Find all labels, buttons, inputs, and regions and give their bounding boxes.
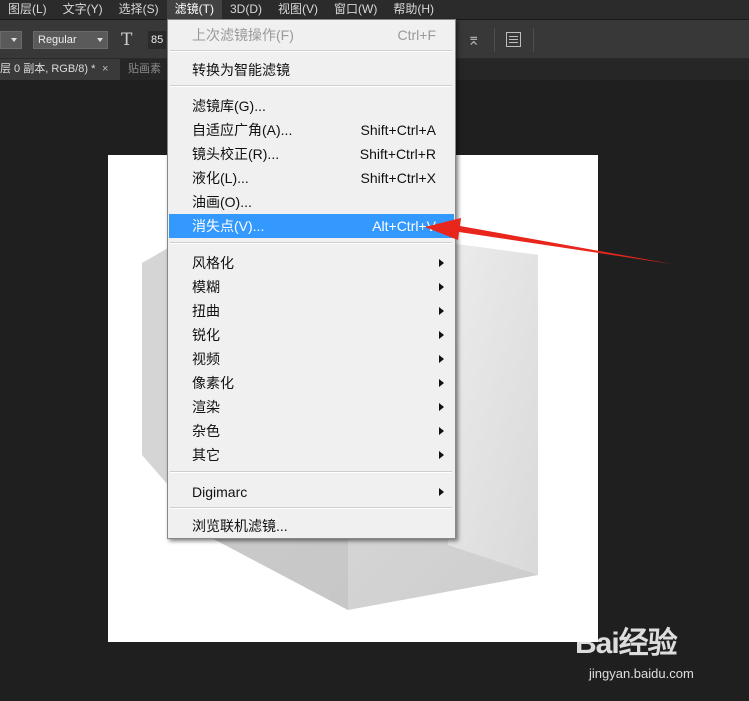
submenu-arrow-icon bbox=[439, 451, 444, 459]
menu-item-label: 上次滤镜操作(F) bbox=[192, 27, 294, 43]
font-style-dropdown[interactable]: Regular bbox=[33, 31, 108, 49]
filter-menu: 上次滤镜操作(F) Ctrl+F 转换为智能滤镜 滤镜库(G)... 自适应广角… bbox=[167, 19, 456, 539]
chevron-down-icon bbox=[11, 38, 17, 42]
menu-item-label: 风格化 bbox=[192, 255, 234, 271]
submenu-arrow-icon bbox=[439, 488, 444, 496]
submenu-arrow-icon bbox=[439, 355, 444, 363]
menu-item-shortcut: Shift+Ctrl+R bbox=[359, 146, 436, 162]
menu-item-label: 杂色 bbox=[192, 423, 220, 439]
close-icon[interactable]: × bbox=[102, 59, 108, 80]
submenu-arrow-icon bbox=[439, 307, 444, 315]
menu-item-shortcut: Ctrl+F bbox=[397, 27, 437, 43]
menu-item-label: 视频 bbox=[192, 351, 220, 367]
menu-item-label: 模糊 bbox=[192, 279, 220, 295]
menu-item-label: 消失点(V)... bbox=[192, 218, 265, 234]
menu-item-stylize[interactable]: 风格化 bbox=[169, 251, 454, 275]
menu-item-render[interactable]: 渲染 bbox=[169, 395, 454, 419]
menu-item-label: 油画(O)... bbox=[192, 194, 252, 210]
menu-item-digimarc[interactable]: Digimarc bbox=[169, 480, 454, 504]
menu-select[interactable]: 选择(S) bbox=[111, 0, 167, 19]
menu-help[interactable]: 帮助(H) bbox=[385, 0, 442, 19]
menu-item-filter-gallery[interactable]: 滤镜库(G)... bbox=[169, 94, 454, 118]
menu-filter[interactable]: 滤镜(T) bbox=[166, 0, 222, 19]
menu-item-convert-smart-filter[interactable]: 转换为智能滤镜 bbox=[169, 58, 454, 82]
menu-item-other[interactable]: 其它 bbox=[169, 443, 454, 467]
menu-item-label: 转换为智能滤镜 bbox=[192, 62, 290, 78]
menu-item-video[interactable]: 视频 bbox=[169, 347, 454, 371]
menu-separator bbox=[170, 507, 452, 509]
menu-item-distort[interactable]: 扭曲 bbox=[169, 299, 454, 323]
menu-item-label: 浏览联机滤镜... bbox=[192, 518, 288, 534]
menu-item-label: 扭曲 bbox=[192, 303, 220, 319]
menu-item-shortcut: Alt+Ctrl+V bbox=[372, 218, 436, 234]
menu-bar: 图层(L) 文字(Y) 选择(S) 滤镜(T) 3D(D) 视图(V) 窗口(W… bbox=[0, 0, 749, 20]
menu-item-oil-paint[interactable]: 油画(O)... bbox=[169, 190, 454, 214]
submenu-arrow-icon bbox=[439, 283, 444, 291]
menu-item-sharpen[interactable]: 锐化 bbox=[169, 323, 454, 347]
warp-text-icon[interactable]: ⌆ bbox=[467, 30, 480, 50]
menu-3d[interactable]: 3D(D) bbox=[222, 0, 270, 19]
menu-item-label: 渲染 bbox=[192, 399, 220, 415]
menu-item-adaptive-wide-angle[interactable]: 自适应广角(A)... Shift+Ctrl+A bbox=[169, 118, 454, 142]
menu-item-label: 锐化 bbox=[192, 327, 220, 343]
text-size-icon: T bbox=[121, 30, 133, 50]
menu-layer[interactable]: 图层(L) bbox=[0, 0, 55, 19]
submenu-arrow-icon bbox=[439, 259, 444, 267]
document-tab-active[interactable]: 层 0 副本, RGB/8) * × bbox=[0, 59, 120, 80]
menu-item-label: 液化(L)... bbox=[192, 170, 249, 186]
cube-right-face bbox=[448, 243, 538, 575]
menu-separator bbox=[170, 242, 452, 244]
submenu-arrow-icon bbox=[439, 331, 444, 339]
submenu-arrow-icon bbox=[439, 379, 444, 387]
submenu-arrow-icon bbox=[439, 427, 444, 435]
font-size-field[interactable]: 85 bbox=[148, 31, 166, 49]
baidu-watermark: Bai经验 jingyan.baidu.com bbox=[575, 618, 745, 698]
menu-item-shortcut: Shift+Ctrl+A bbox=[360, 122, 436, 138]
menu-item-label: 镜头校正(R)... bbox=[192, 146, 280, 162]
watermark-url: jingyan.baidu.com bbox=[589, 666, 694, 681]
font-style-value: Regular bbox=[38, 34, 77, 46]
menu-item-label: Digimarc bbox=[192, 484, 248, 500]
cube-left-face bbox=[142, 248, 168, 485]
divider bbox=[494, 28, 495, 52]
menu-view[interactable]: 视图(V) bbox=[270, 0, 326, 19]
menu-item-label: 像素化 bbox=[192, 375, 234, 391]
menu-separator bbox=[170, 50, 452, 52]
watermark-logo: Bai经验 bbox=[575, 627, 678, 660]
menu-item-blur[interactable]: 模糊 bbox=[169, 275, 454, 299]
menu-item-liquify[interactable]: 液化(L)... Shift+Ctrl+X bbox=[169, 166, 454, 190]
menu-item-label: 滤镜库(G)... bbox=[192, 98, 266, 114]
menu-item-shortcut: Shift+Ctrl+X bbox=[360, 170, 436, 186]
menu-item-last-filter: 上次滤镜操作(F) Ctrl+F bbox=[169, 23, 454, 47]
menu-item-lens-correction[interactable]: 镜头校正(R)... Shift+Ctrl+R bbox=[169, 142, 454, 166]
menu-item-vanishing-point[interactable]: 消失点(V)... Alt+Ctrl+V bbox=[169, 214, 454, 238]
menu-item-noise[interactable]: 杂色 bbox=[169, 419, 454, 443]
tab-label: 层 0 副本, RGB/8) * bbox=[0, 63, 96, 75]
menu-separator bbox=[170, 471, 452, 473]
chevron-down-icon bbox=[97, 38, 103, 42]
divider bbox=[533, 28, 534, 52]
menu-window[interactable]: 窗口(W) bbox=[326, 0, 385, 19]
menu-type[interactable]: 文字(Y) bbox=[55, 0, 111, 19]
document-tab[interactable]: 贴画素 bbox=[120, 59, 161, 80]
menu-item-pixelate[interactable]: 像素化 bbox=[169, 371, 454, 395]
menu-item-browse-filters-online[interactable]: 浏览联机滤镜... bbox=[169, 514, 454, 538]
tab-label: 贴画素 bbox=[128, 63, 161, 75]
character-panel-icon[interactable] bbox=[506, 32, 521, 47]
submenu-arrow-icon bbox=[439, 403, 444, 411]
font-family-dropdown[interactable] bbox=[0, 31, 22, 49]
menu-separator bbox=[170, 85, 452, 87]
menu-item-label: 自适应广角(A)... bbox=[192, 122, 293, 138]
menu-item-label: 其它 bbox=[192, 447, 220, 463]
